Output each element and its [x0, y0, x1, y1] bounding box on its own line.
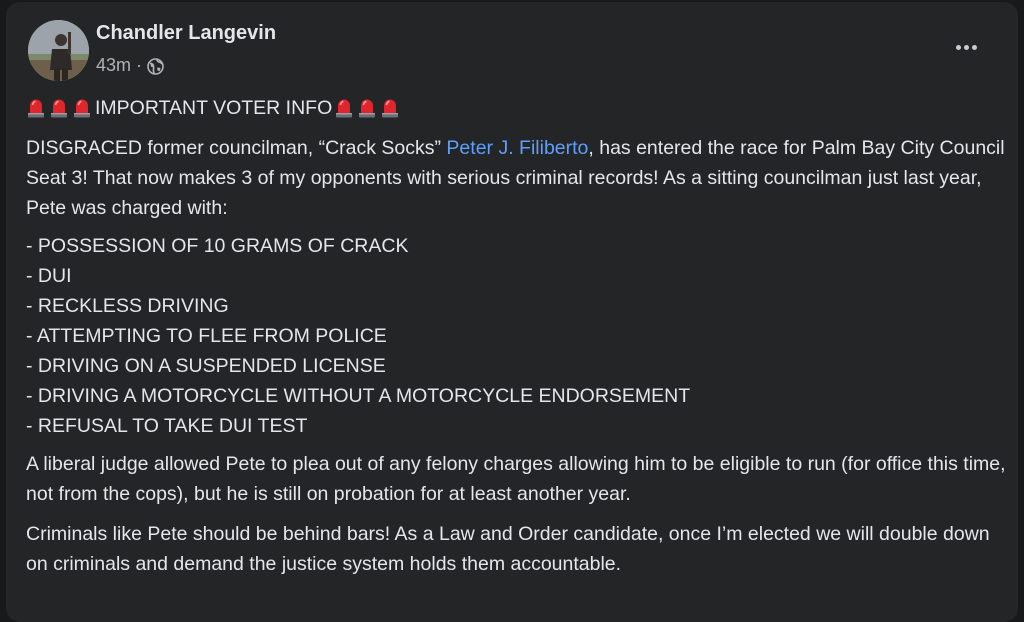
- list-item: - REFUSAL TO TAKE DUI TEST: [26, 415, 308, 437]
- post-meta: 43m ·: [96, 55, 164, 76]
- more-dot: [955, 44, 961, 50]
- avatar[interactable]: [28, 20, 89, 81]
- post-paragraph: Criminals like Pete should be behind bar…: [26, 523, 990, 575]
- police-light-siren-icon: [49, 97, 69, 119]
- list-item: - POSSESSION OF 10 GRAMS OF CRACK: [26, 235, 409, 257]
- headline: IMPORTANT VOTER INFO: [26, 93, 1006, 123]
- more-dot: [971, 44, 977, 50]
- post-card: Chandler Langevin 43m · IMPORTANT VOTER …: [6, 2, 1018, 622]
- author-name[interactable]: Chandler Langevin: [96, 22, 276, 45]
- post-paragraph: A liberal judge allowed Pete to plea out…: [26, 453, 1006, 505]
- police-light-siren-icon: [334, 97, 354, 119]
- list-item: - RECKLESS DRIVING: [26, 295, 229, 317]
- post-paragraph: DISGRACED former councilman, “Crack Sock…: [26, 133, 1006, 223]
- headline-text: IMPORTANT VOTER INFO: [95, 97, 333, 119]
- mention-link[interactable]: Peter J. Filiberto: [446, 137, 588, 159]
- globe-icon[interactable]: [147, 57, 164, 75]
- list-item: - DRIVING ON A SUSPENDED LICENSE: [26, 355, 386, 377]
- more-dot: [963, 44, 969, 50]
- charges-list: - POSSESSION OF 10 GRAMS OF CRACK - DUI …: [26, 231, 1006, 441]
- police-light-siren-icon: [72, 97, 92, 119]
- more-options-icon[interactable]: [948, 32, 984, 62]
- list-item: - ATTEMPTING TO FLEE FROM POLICE: [26, 325, 387, 347]
- post-timestamp[interactable]: 43m: [96, 55, 131, 76]
- meta-separator: ·: [136, 55, 143, 75]
- police-light-siren-icon: [26, 97, 46, 119]
- list-item: - DRIVING A MOTORCYCLE WITHOUT A MOTORCY…: [26, 385, 691, 407]
- police-light-siren-icon: [357, 97, 377, 119]
- police-light-siren-icon: [380, 97, 400, 119]
- paragraph-text: DISGRACED former councilman, “Crack Sock…: [26, 137, 447, 159]
- post-body: IMPORTANT VOTER INFO DISGRACED former co…: [26, 93, 1006, 579]
- list-item: - DUI: [26, 265, 72, 287]
